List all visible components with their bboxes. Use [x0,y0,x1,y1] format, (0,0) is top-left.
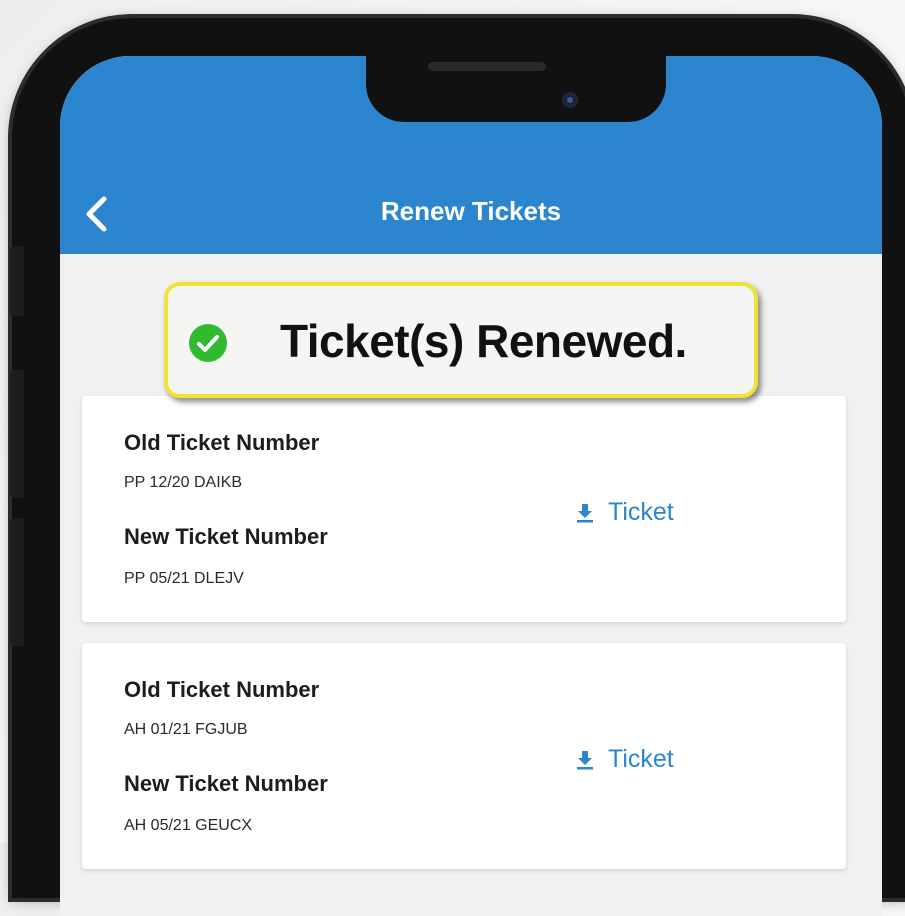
toast-message: Ticket(s) Renewed. [280,315,687,367]
download-ticket-button[interactable]: Ticket [576,745,674,774]
download-ticket-button[interactable]: Ticket [576,498,674,527]
new-ticket-label: New Ticket Number [124,771,328,796]
phone-screen: Renew Tickets Ticket(s) Renewed. Old Tic… [60,56,882,916]
download-ticket-label: Ticket [608,745,674,773]
ticket-card: Old Ticket Number PP 12/20 DAIKB New Tic… [82,396,846,622]
phone-notch [366,56,666,122]
old-ticket-label: Old Ticket Number [124,677,320,702]
app-header: Renew Tickets [60,56,882,254]
download-ticket-label: Ticket [608,498,674,526]
ticket-card: Old Ticket Number AH 01/21 FGJUB New Tic… [82,643,846,869]
speaker-grille [428,62,546,71]
old-ticket-label: Old Ticket Number [124,430,320,455]
new-ticket-label: New Ticket Number [124,524,328,549]
new-ticket-number: AH 05/21 GEUCX [124,817,253,834]
new-ticket-number: PP 05/21 DLEJV [124,570,244,587]
page-title: Renew Tickets [380,196,562,226]
download-icon [577,503,593,522]
front-camera [562,92,578,108]
old-ticket-number: AH 01/21 FGJUB [124,721,248,738]
phone-side-button [10,246,24,316]
success-toast: Ticket(s) Renewed. [164,282,758,398]
phone-volume-up-button [10,370,24,498]
old-ticket-number: PP 12/20 DAIKB [124,474,242,491]
download-icon [577,750,593,769]
check-circle-icon [189,324,227,362]
phone-frame: Renew Tickets Ticket(s) Renewed. Old Tic… [10,18,905,916]
phone-volume-down-button [10,518,24,646]
